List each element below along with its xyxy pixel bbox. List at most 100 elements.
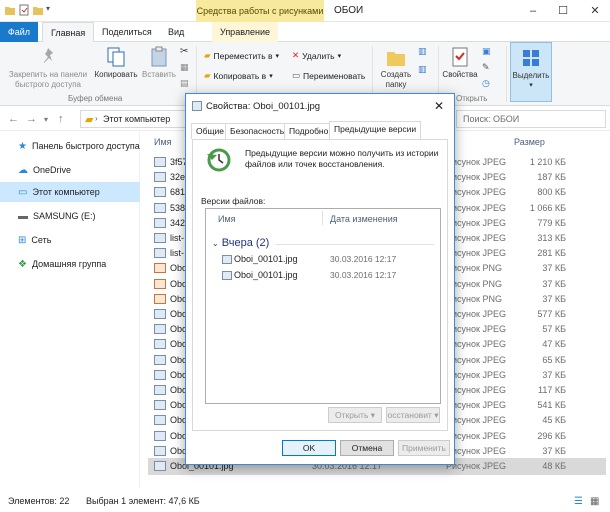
select-button[interactable]: Выделить ▾ [510, 42, 552, 102]
minimize-button[interactable]: – [520, 0, 546, 22]
tab-file[interactable]: Файл [0, 22, 38, 42]
sidebar-item-this-pc[interactable]: ▭ Этот компьютер [0, 182, 140, 202]
open-icon[interactable]: ▣ [482, 46, 491, 57]
navigation-pane: ★ Панель быстрого доступа ☁ OneDrive ▭ Э… [0, 132, 140, 488]
back-arrow-icon[interactable]: ← [8, 113, 19, 125]
version-group[interactable]: ⌄ Вчера (2) [212, 237, 269, 249]
item-count: Элементов: 22 [8, 496, 70, 506]
maximize-button[interactable]: ☐ [550, 0, 576, 22]
version-row[interactable]: Oboi_00101.jpg 30.03.2016 12:17 [222, 253, 432, 267]
tab-manage[interactable]: Управление [212, 22, 279, 42]
tab-share[interactable]: Поделиться [94, 22, 160, 42]
sidebar-item-network[interactable]: ⊞ Сеть [0, 230, 140, 250]
file-size: 313 КБ [537, 233, 566, 243]
up-arrow-icon[interactable]: ↑ [58, 113, 64, 125]
file-size: 117 КБ [538, 385, 566, 395]
image-file-icon [154, 278, 166, 289]
tab-previous-versions[interactable]: Предыдущие версии [329, 121, 422, 140]
sidebar-item-label: Панель быстрого доступа [31, 141, 140, 151]
forward-arrow-icon[interactable]: → [26, 113, 37, 125]
version-row[interactable]: Oboi_00101.jpg 30.03.2016 12:17 [222, 269, 432, 283]
versions-col-date[interactable]: Дата изменения [330, 214, 398, 224]
file-size: 577 КБ [537, 309, 566, 319]
image-file-icon [154, 293, 166, 304]
paste-button[interactable]: Вставить [140, 46, 178, 80]
sidebar-item-homegroup[interactable]: ❖ Домашняя группа [0, 254, 140, 274]
copy-icon [107, 47, 125, 67]
folder-icon[interactable] [4, 4, 16, 16]
file-size: 45 КБ [542, 415, 566, 426]
network-icon: ⊞ [18, 234, 27, 246]
paste-icon [151, 46, 167, 67]
copy-to-button[interactable]: ▰ Копировать в ▾ [204, 70, 273, 81]
move-to-button[interactable]: ▰ Переместить в ▾ [204, 50, 279, 61]
new-folder-button[interactable]: Создать папку [376, 46, 416, 90]
paste-shortcut-icon[interactable]: ▤ [180, 78, 189, 89]
breadcrumb[interactable]: Этот компьютер [103, 114, 170, 124]
status-bar: Элементов: 22 Выбран 1 элемент: 47,6 КБ … [0, 490, 610, 512]
image-file-icon [154, 354, 166, 365]
properties-label: Свойства [442, 70, 478, 79]
properties-icon[interactable] [18, 4, 30, 16]
window-title: ОБОИ [334, 5, 364, 16]
image-file-icon [154, 187, 166, 198]
versions-col-name[interactable]: Имя [218, 214, 236, 224]
close-button[interactable]: ✕ [582, 0, 608, 22]
delete-icon: ✕ [292, 50, 300, 60]
cancel-button[interactable]: Отмена [340, 440, 394, 456]
selection-info: Выбран 1 элемент: 47,6 КБ [86, 496, 200, 506]
file-size: 57 КБ [542, 324, 566, 335]
tiles-view-icon[interactable]: ▦ [590, 496, 599, 507]
tab-home[interactable]: Главная [42, 22, 95, 42]
copy-path-icon[interactable]: ▦ [180, 62, 189, 73]
sidebar-item-onedrive[interactable]: ☁ OneDrive [0, 160, 140, 180]
drive-icon: ▬ [18, 210, 28, 222]
history-icon[interactable]: ◷ [482, 78, 490, 89]
tab-general[interactable]: Общие [191, 123, 229, 139]
quick-access-toolbar: ▾ [4, 4, 58, 16]
paste-label: Вставить [142, 70, 176, 79]
sidebar-item-label: SAMSUNG (E:) [33, 211, 96, 221]
dialog-title-bar: Свойства: Oboi_00101.jpg ✕ [186, 94, 454, 118]
version-group-label: Вчера (2) [221, 237, 270, 249]
tab-view[interactable]: Вид [160, 22, 192, 42]
open-version-button[interactable]: Открыть ▾ [328, 407, 382, 423]
restore-version-button[interactable]: осстановит ▾ [386, 407, 440, 423]
rename-button[interactable]: ▭ Переименовать [292, 70, 365, 81]
tab-security[interactable]: Безопасность [225, 123, 290, 139]
pin-icon [44, 48, 53, 63]
versions-label: Версии файлов: [201, 196, 266, 206]
file-name: list- [170, 233, 184, 243]
column-header-name[interactable]: Имя [154, 137, 172, 147]
tab-details[interactable]: Подробно [284, 123, 334, 139]
context-tab-header: Средства работы с рисунками [196, 0, 324, 22]
new-folder-label: Создать папку [380, 70, 412, 89]
search-input[interactable]: Поиск: ОБОИ [456, 110, 606, 128]
copy-button[interactable]: Копировать [92, 46, 140, 80]
image-file-icon [154, 461, 166, 471]
cut-icon[interactable]: ✂ [180, 46, 188, 57]
pin-button[interactable]: Закрепить на панели быстрого доступа [4, 46, 92, 90]
edit-icon[interactable]: ✎ [482, 62, 490, 73]
close-icon[interactable]: ✕ [434, 99, 444, 113]
file-icon [222, 255, 232, 264]
column-header-size[interactable]: Размер [514, 137, 545, 147]
new-item-icon[interactable]: ▥ [418, 46, 427, 57]
version-date: 30.03.2016 12:17 [330, 254, 397, 264]
sidebar-item-quick-access[interactable]: ★ Панель быстрого доступа [0, 136, 140, 156]
delete-button[interactable]: ✕ Удалить ▾ [292, 50, 341, 61]
new-folder-icon[interactable] [32, 4, 44, 16]
easy-access-icon[interactable]: ▥ [418, 64, 427, 75]
rename-icon: ▭ [292, 70, 301, 80]
ok-button[interactable]: OK [282, 440, 336, 456]
properties-icon [452, 47, 468, 67]
properties-button[interactable]: Свойства [440, 46, 480, 80]
recent-chevron-icon[interactable]: ▾ [44, 115, 48, 124]
apply-button[interactable]: Применить [398, 440, 450, 456]
chevron-down-icon[interactable]: ▾ [46, 4, 58, 16]
details-view-icon[interactable]: ☰ [574, 496, 583, 507]
sidebar-item-label: Домашняя группа [31, 259, 107, 269]
version-name: Oboi_00101.jpg [234, 270, 298, 280]
sidebar-item-samsung[interactable]: ▬ SAMSUNG (E:) [0, 206, 140, 226]
file-size: 47 КБ [542, 339, 566, 350]
